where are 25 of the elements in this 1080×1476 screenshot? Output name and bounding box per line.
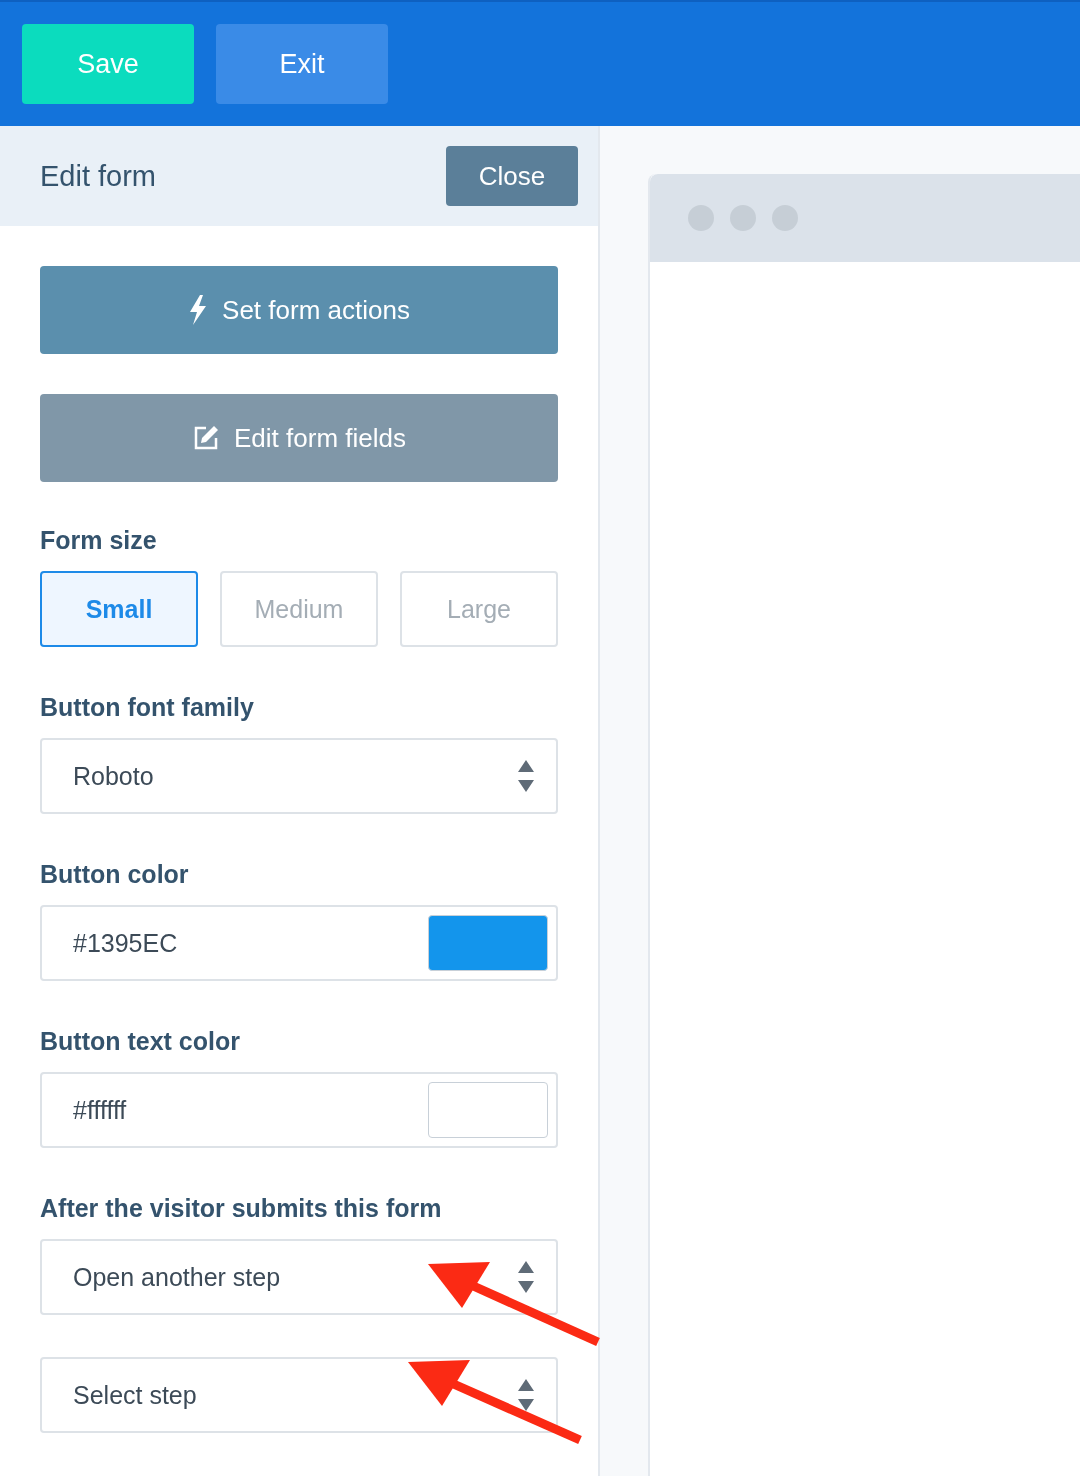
field-label: After the visitor submits this form bbox=[40, 1194, 443, 1223]
color-field[interactable]: #1395EC bbox=[40, 905, 558, 981]
field-label: Button font family bbox=[40, 693, 255, 722]
form-size-label: Form size bbox=[40, 526, 158, 555]
updown-icon bbox=[518, 760, 534, 792]
size-option[interactable]: Large bbox=[400, 571, 558, 647]
color-swatch[interactable] bbox=[428, 915, 548, 971]
field-label: Button color bbox=[40, 860, 190, 889]
edit-icon bbox=[192, 424, 220, 452]
color-swatch[interactable] bbox=[428, 1082, 548, 1138]
exit-button[interactable]: Exit bbox=[216, 24, 388, 104]
updown-icon bbox=[518, 1261, 534, 1293]
size-option[interactable]: Small bbox=[40, 571, 198, 647]
field-label: Button text color bbox=[40, 1027, 241, 1056]
size-option[interactable]: Medium bbox=[220, 571, 378, 647]
bolt-icon bbox=[188, 295, 209, 325]
close-button[interactable]: Close bbox=[446, 146, 578, 206]
edit-fields-button[interactable]: Edit form fields bbox=[40, 394, 558, 482]
color-field[interactable]: #ffffff bbox=[40, 1072, 558, 1148]
updown-icon bbox=[518, 1379, 534, 1411]
select-field[interactable]: Roboto bbox=[40, 738, 558, 814]
set-actions-button[interactable]: Set form actions bbox=[40, 266, 558, 354]
select-field[interactable]: Open another step bbox=[40, 1239, 558, 1315]
select-field[interactable]: Select step bbox=[40, 1357, 558, 1433]
panel-title: Edit form bbox=[40, 159, 157, 193]
